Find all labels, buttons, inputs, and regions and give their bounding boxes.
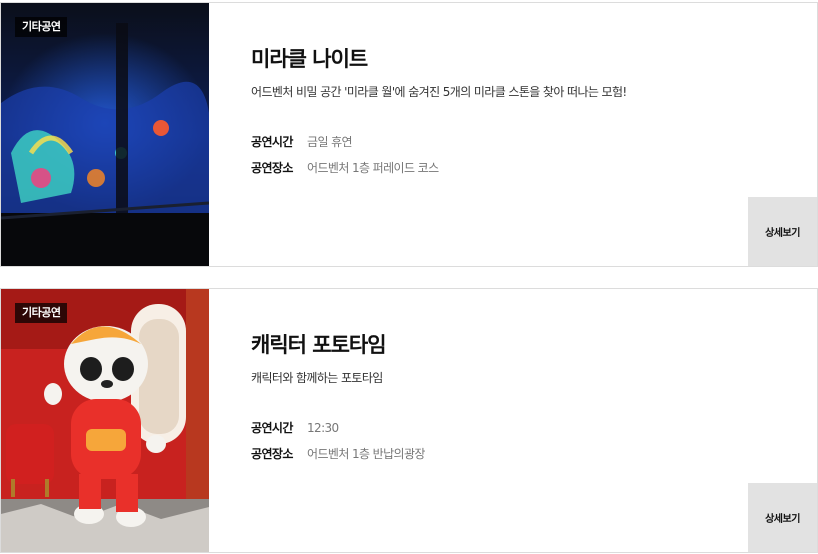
event-card: 기타공연 미라클 나이트 어드벤처 비밀 공간 '미라클 월'에 숨겨진 5개의…: [0, 2, 818, 267]
venue-label: 공연장소: [251, 161, 293, 175]
show-time-row: 공연시간 12:30: [251, 419, 339, 436]
view-details-button[interactable]: 상세보기: [748, 197, 817, 266]
show-time-label: 공연시간: [251, 135, 293, 149]
show-time-label: 공연시간: [251, 421, 293, 435]
show-time-value: 금일 휴연: [307, 135, 353, 149]
venue-value: 어드벤처 1층 반납의광장: [307, 447, 425, 461]
event-thumbnail[interactable]: 기타공연: [1, 3, 209, 266]
venue-value: 어드벤처 1층 퍼레이드 코스: [307, 161, 439, 175]
show-time-value: 12:30: [307, 421, 339, 435]
event-title: 미라클 나이트: [251, 47, 368, 71]
venue-row: 공연장소 어드벤처 1층 반납의광장: [251, 445, 425, 462]
category-badge: 기타공연: [15, 17, 68, 37]
view-details-button[interactable]: 상세보기: [748, 483, 817, 552]
venue-row: 공연장소 어드벤처 1층 퍼레이드 코스: [251, 159, 439, 176]
show-time-row: 공연시간 금일 휴연: [251, 133, 353, 150]
event-card: 기타공연 캐릭터 포토타임 캐릭터와 함께하는 포토타임 공연시간 12:30 공…: [0, 288, 818, 553]
event-thumbnail[interactable]: 기타공연: [1, 289, 209, 552]
light-show-image: [1, 3, 209, 266]
category-badge: 기타공연: [15, 303, 68, 323]
mascot-photo-image: [1, 289, 209, 552]
event-description: 어드벤처 비밀 공간 '미라클 월'에 숨겨진 5개의 미라클 스톤을 찾아 떠…: [251, 85, 627, 99]
venue-label: 공연장소: [251, 447, 293, 461]
event-description: 캐릭터와 함께하는 포토타임: [251, 371, 383, 385]
event-title: 캐릭터 포토타임: [251, 333, 387, 357]
